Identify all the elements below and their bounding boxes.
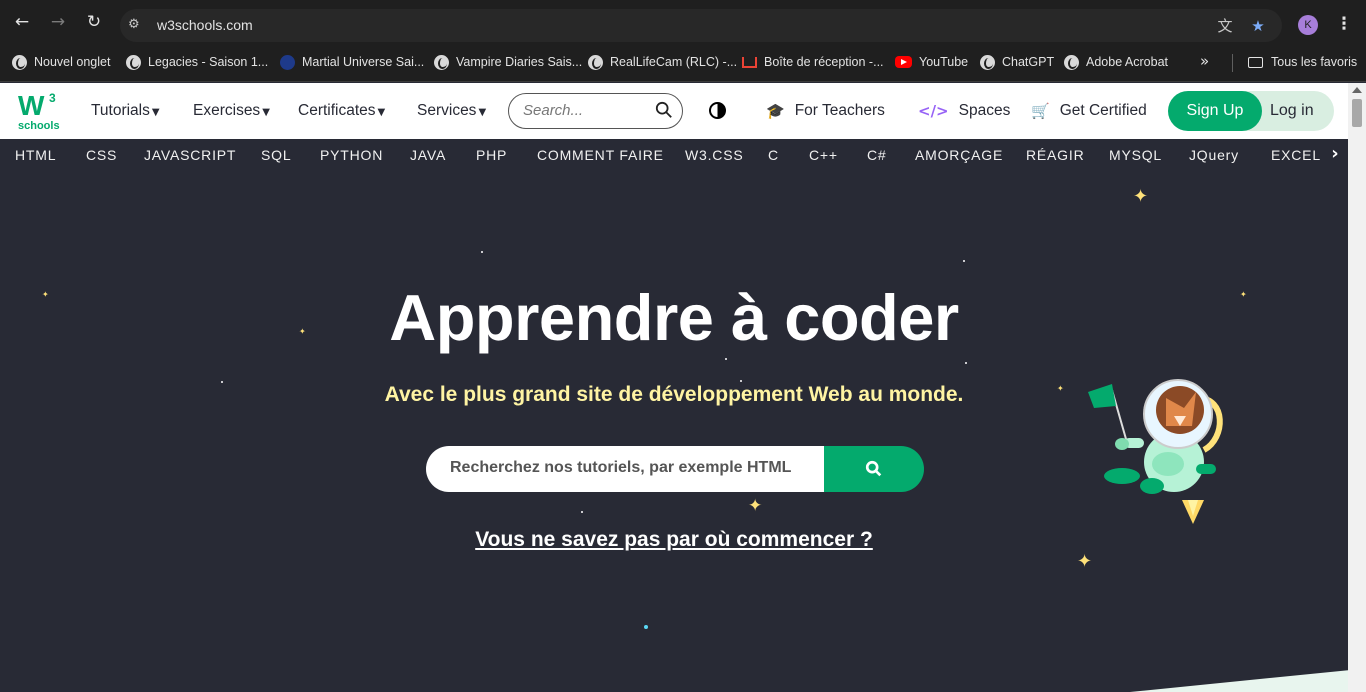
chevron-right-icon[interactable]: › [1322,143,1348,169]
subject-nav: HTML CSS JAVASCRIPT SQL PYTHON JAVA PHP … [0,139,1348,172]
subject-link[interactable]: W3.CSS [685,147,743,163]
more-bookmarks-icon[interactable]: » [1200,52,1209,70]
cart-icon: 🛒 [1031,102,1050,120]
subject-link[interactable]: MYSQL [1109,147,1162,163]
bookmarks-divider [1232,54,1233,72]
star-dot [581,511,583,513]
star-dot [644,625,648,629]
globe-icon [1064,54,1079,70]
reload-icon[interactable]: ↻ [84,12,104,32]
caret-down-icon: ▼ [377,107,386,118]
header-search-input[interactable] [523,102,653,119]
bookmark-star-icon[interactable]: ★ [1247,15,1269,37]
globe-icon [434,54,449,70]
subject-link[interactable]: JAVASCRIPT [144,147,236,163]
hero-search [426,446,826,492]
youtube-icon [895,56,912,68]
get-certified-link[interactable]: 🛒 Get Certified [1031,102,1147,120]
signup-button[interactable]: Sign Up [1168,91,1262,131]
bookmark-item[interactable]: Adobe Acrobat [1064,53,1168,71]
subject-link[interactable]: C++ [809,147,838,163]
profile-avatar[interactable]: K [1298,15,1318,35]
subject-link[interactable]: JQuery [1189,147,1239,163]
forward-icon[interactable]: → [48,12,68,32]
hero-title: Apprendre à coder [389,281,959,354]
url-text[interactable]: w3schools.com [157,17,253,33]
star-dot [740,380,742,382]
back-icon[interactable]: ← [12,12,32,32]
astronaut-mascot-icon [1088,379,1223,524]
header-search [508,93,683,129]
folder-icon [1248,56,1263,68]
search-icon [865,460,882,477]
subject-link[interactable]: PYTHON [320,147,383,163]
hero-search-button[interactable] [824,446,924,492]
bookmark-item[interactable]: RealLifeCam (RLC) -... [588,53,737,71]
site-icon [280,54,295,70]
address-bar[interactable]: ⚙ w3schools.com 文 ★ [120,9,1282,42]
subject-link[interactable]: PHP [476,147,507,163]
sparkle-icon: ✦ [1077,551,1093,572]
subject-link[interactable]: C# [867,147,887,163]
browser-menu-icon[interactable]: ⋮ [1334,12,1354,36]
subject-link[interactable]: CSS [86,147,117,163]
search-icon[interactable] [655,101,673,119]
scroll-thumb[interactable] [1352,99,1362,127]
star-dot [481,251,483,253]
hero-section: ✦ ✦ ✦ ✦ ✦ ✦ ✦ Apprendre à coder Avec le … [0,172,1348,692]
certificates-menu[interactable]: Certificates ▼ [298,102,385,120]
site-header: W 3 schools Tutorials ▼ Exercises ▼ Certif… [0,83,1348,139]
scroll-up-icon[interactable] [1352,87,1362,93]
exercises-menu[interactable]: Exercises ▼ [193,102,270,120]
bookmark-item[interactable]: Boîte de réception -... [742,53,884,71]
site-info-icon[interactable]: ⚙ [128,17,146,33]
where-to-start-link[interactable]: Vous ne savez pas par où commencer ? [0,528,1348,552]
all-bookmarks-button[interactable]: Tous les favoris [1248,53,1357,71]
caret-down-icon: ▼ [262,107,270,118]
spaces-link[interactable]: </> Spaces [918,102,1010,120]
bookmark-item[interactable]: YouTube [895,53,968,71]
page-scrollbar[interactable] [1348,83,1366,692]
star-dot [725,358,727,360]
subject-link[interactable]: AMORÇAGE [915,147,1003,163]
subject-link[interactable]: HTML [15,147,56,163]
subject-link[interactable]: EXCEL [1271,147,1321,163]
subject-link[interactable]: SQL [261,147,291,163]
sparkle-icon: ✦ [1133,186,1149,207]
caret-down-icon: ▼ [478,107,487,118]
services-menu[interactable]: Services ▼ [417,102,486,120]
hero-search-input[interactable] [450,459,810,477]
for-teachers-link[interactable]: 🎓 For Teachers [766,102,885,120]
gmail-icon [742,56,757,68]
subject-link[interactable]: COMMENT FAIRE [537,147,664,163]
subject-link[interactable]: RÉAGIR [1026,147,1084,163]
decorative-wedge [1110,670,1348,692]
browser-toolbar: ← → ↻ ⚙ w3schools.com 文 ★ K ⋮ [0,0,1366,42]
translate-icon[interactable]: 文 [1214,15,1236,37]
subject-link[interactable]: JAVA [410,147,446,163]
sparkle-icon: ✦ [748,496,763,516]
globe-icon [588,54,603,70]
chatgpt-icon [980,54,995,70]
w3schools-logo[interactable]: W 3 schools [18,90,60,132]
dark-mode-toggle-icon[interactable] [709,102,726,119]
caret-down-icon: ▼ [151,107,160,118]
bookmark-item[interactable]: Legacies - Saison 1... [126,53,268,71]
bookmark-item[interactable]: Martial Universe Sai... [280,53,424,71]
graduation-cap-icon: 🎓 [766,102,785,120]
globe-icon [12,54,27,70]
bookmarks-bar: Nouvel onglet Legacies - Saison 1... Mar… [0,42,1366,82]
star-dot [963,260,965,262]
tutorials-menu[interactable]: Tutorials ▼ [91,102,160,120]
subject-link[interactable]: C [768,147,779,163]
star-dot [965,362,967,364]
bookmark-item[interactable]: ChatGPT [980,53,1054,71]
bookmark-item[interactable]: Nouvel onglet [12,53,110,71]
globe-icon [126,54,141,70]
code-icon: </> [918,102,949,120]
bookmark-item[interactable]: Vampire Diaries Sais... [434,53,582,71]
